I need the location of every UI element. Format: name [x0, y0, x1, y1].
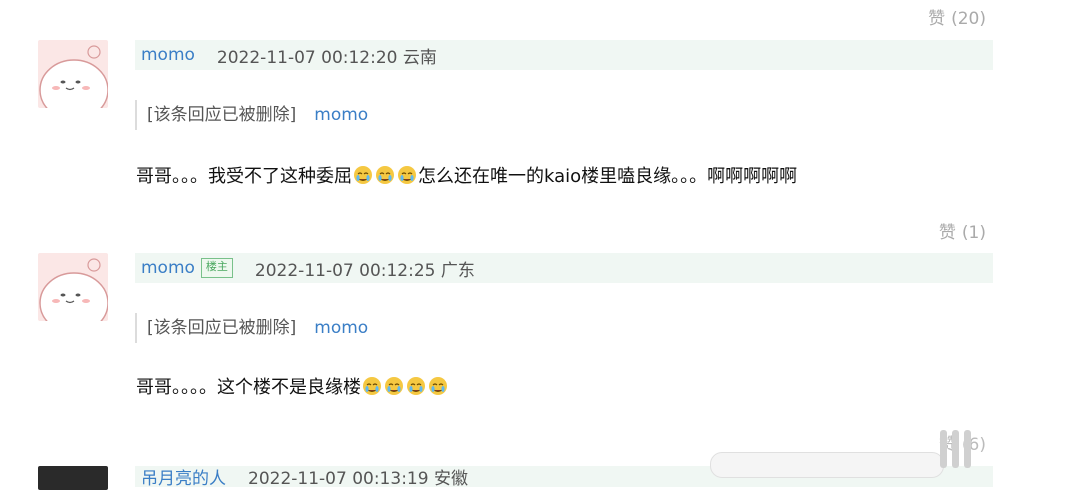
crying-face-emoji-icon	[385, 377, 403, 395]
like-label: 赞	[938, 223, 956, 243]
quote-text: [该条回应已被删除]	[147, 105, 297, 125]
quoted-reply: [该条回应已被删除] momo	[135, 313, 368, 343]
like-count: (1)	[961, 223, 986, 243]
crying-face-emoji-icon	[354, 166, 372, 184]
comment-text: 哥哥。。。。这个楼不是良缘楼	[136, 373, 449, 399]
comment-header: momo 楼主 2022-11-07 00:12:25 广东	[135, 253, 993, 283]
comment-text-part: 怎么还在唯一的kaio楼里嗑良缘。。。啊啊啊啊啊	[418, 166, 798, 187]
quote-username-link[interactable]: momo	[314, 105, 368, 125]
avatar[interactable]	[38, 40, 108, 108]
quote-username-link[interactable]: momo	[314, 318, 368, 338]
avatar[interactable]	[38, 253, 108, 321]
like-count: (20)	[951, 9, 986, 29]
crying-face-emoji-icon	[429, 377, 447, 395]
avatar[interactable]	[38, 466, 108, 490]
crying-face-emoji-icon	[398, 166, 416, 184]
comment-meta: 2022-11-07 00:12:20 云南	[216, 47, 437, 68]
scroll-indicator[interactable]	[710, 452, 944, 478]
username-link[interactable]: momo	[141, 45, 195, 65]
like-label: 赞	[928, 9, 946, 29]
like-button[interactable]: 赞 (1)	[939, 218, 986, 243]
quote-text: [该条回应已被删除]	[147, 318, 297, 338]
comment-meta: 2022-11-07 00:13:19 安徽	[248, 469, 468, 489]
comment-header: momo 2022-11-07 00:12:20 云南	[135, 40, 993, 70]
scroll-handle[interactable]	[940, 430, 971, 468]
op-badge: 楼主	[200, 258, 233, 278]
username-link[interactable]: 吊月亮的人	[141, 464, 226, 489]
comment-text: 哥哥。。。我受不了这种委屈 怎么还在唯一的kaio楼里嗑良缘。。。啊啊啊啊啊	[136, 162, 797, 188]
crying-face-emoji-icon	[376, 166, 394, 184]
comment-text-part: 哥哥。。。。这个楼不是良缘楼	[136, 377, 361, 398]
comment-text-part: 哥哥。。。我受不了这种委屈	[136, 166, 352, 187]
crying-face-emoji-icon	[407, 377, 425, 395]
quoted-reply: [该条回应已被删除] momo	[135, 100, 368, 130]
cartoon-avatar-icon	[39, 258, 108, 321]
crying-face-emoji-icon	[363, 377, 381, 395]
like-button[interactable]: 赞 (20)	[928, 4, 986, 29]
cartoon-avatar-icon	[39, 45, 108, 108]
username-link[interactable]: momo	[141, 258, 195, 278]
comment-meta: 2022-11-07 00:12:25 广东	[254, 260, 475, 281]
